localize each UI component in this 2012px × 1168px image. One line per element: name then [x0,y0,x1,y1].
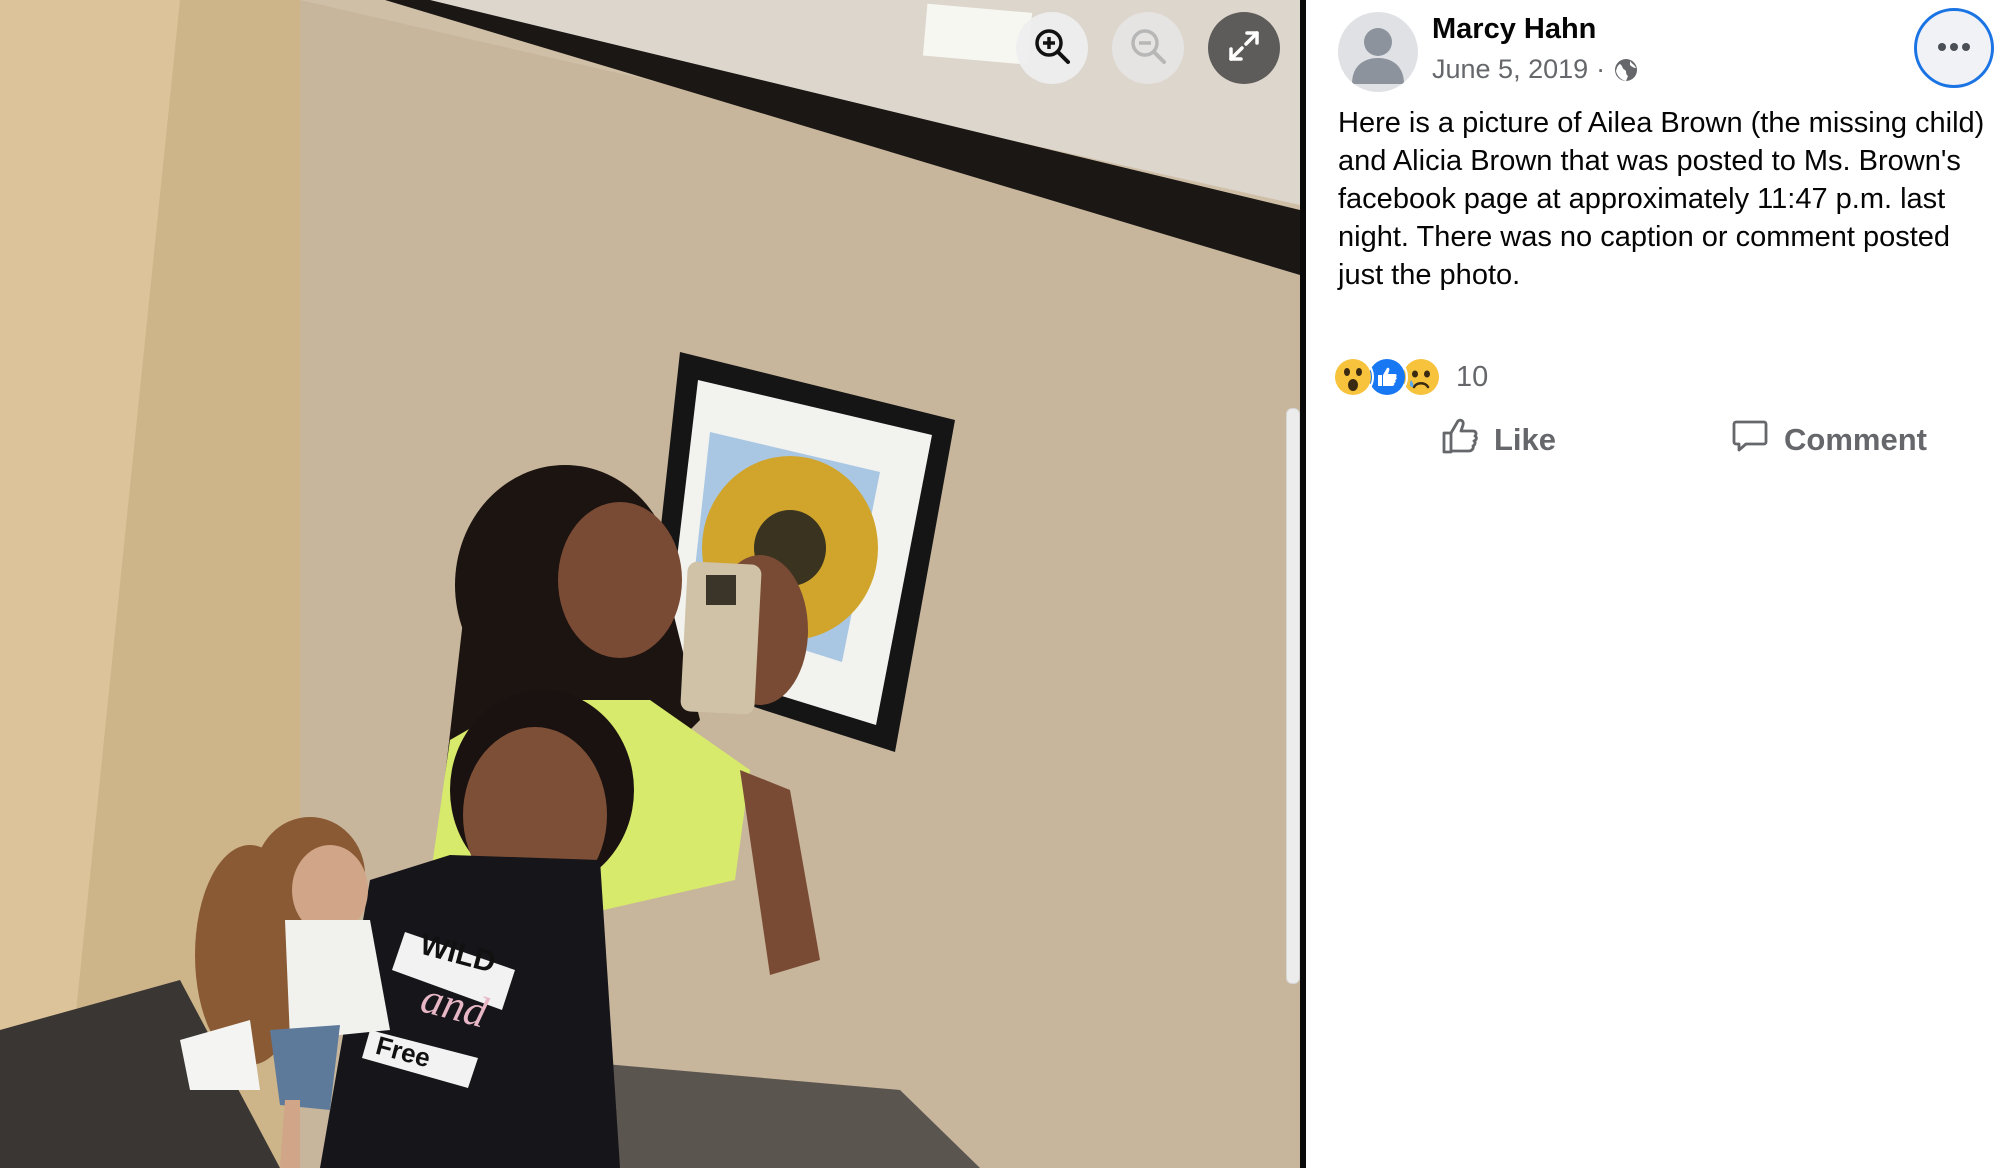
zoom-in-button[interactable] [1016,12,1088,84]
meta-separator: · [1596,54,1606,84]
zoom-in-icon [1032,26,1072,71]
zoom-out-icon [1128,26,1168,71]
photo-viewer: WILD and Free [0,0,1300,1168]
more-options-icon [1937,39,1971,57]
comment-button[interactable]: Comment [1730,416,1927,464]
zoom-out-button[interactable] [1112,12,1184,84]
like-label: Like [1494,422,1557,457]
default-avatar-icon [1352,28,1404,84]
like-button[interactable]: Like [1440,416,1556,464]
post-meta: June 5, 2019 · [1432,54,1639,85]
author-name[interactable]: Marcy Hahn [1432,13,1596,46]
reactions-summary[interactable]: 10 [1332,356,1488,398]
post-panel: Marcy Hahn June 5, 2019 · Here is a pict… [1306,0,2012,1168]
viewer-scrollbar[interactable] [1286,408,1300,984]
wow-icon [1332,356,1374,398]
expand-icon [1226,28,1262,69]
comment-label: Comment [1784,422,1927,457]
post-photo: WILD and Free [0,0,1300,1168]
post-date[interactable]: June 5, 2019 [1432,54,1588,85]
post-text: Here is a picture of Ailea Brown (the mi… [1338,107,1985,291]
reaction-count: 10 [1456,360,1489,393]
avatar[interactable] [1338,12,1418,92]
fullscreen-button[interactable] [1208,12,1280,84]
globe-icon [1613,57,1639,83]
more-options-button[interactable] [1914,8,1994,88]
comment-icon [1730,416,1770,464]
thumbs-up-icon [1440,416,1480,464]
